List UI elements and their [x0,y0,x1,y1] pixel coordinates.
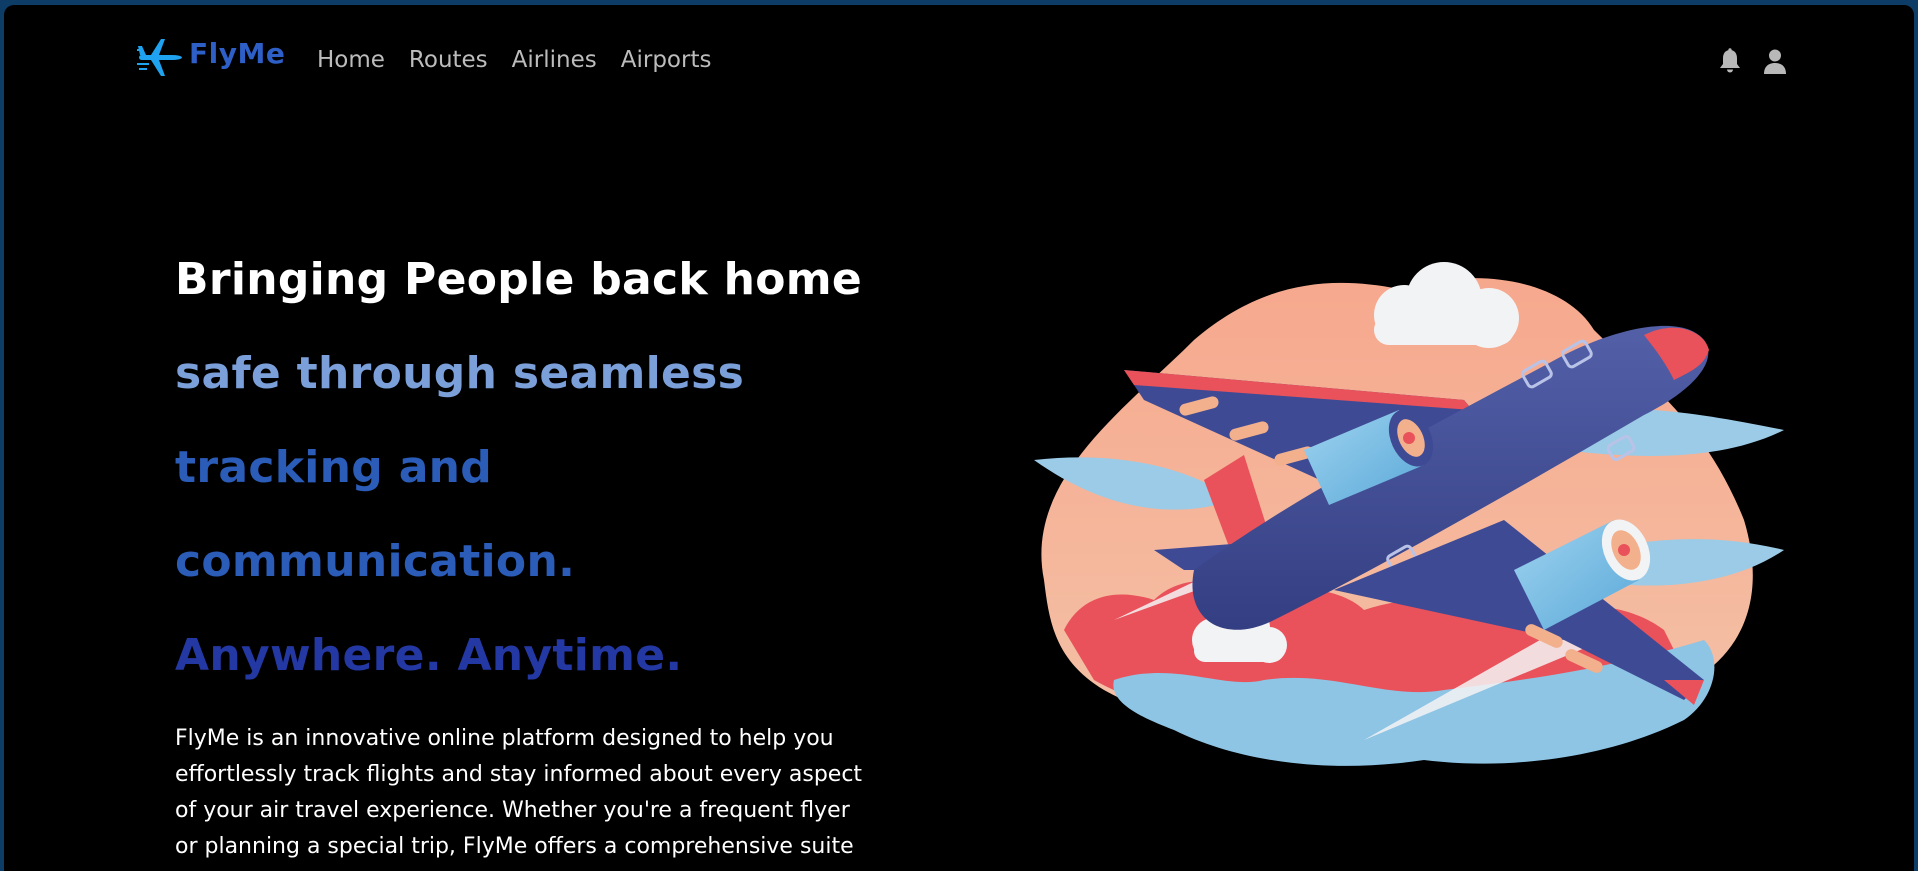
hero-text: Bringing People back home safe through s… [175,233,875,871]
airplane-icon [137,39,182,76]
nav-link-airports[interactable]: Airports [621,47,712,73]
headline-line-3: tracking and communication. [175,442,576,587]
headline-line-2: safe through seamless [175,348,745,399]
headline-line-1: Bringing People back home [175,254,863,305]
headline-line-4: Anywhere. Anytime. [175,630,683,681]
hero-description: FlyMe is an innovative online platform d… [175,726,863,871]
brand-logo[interactable]: FlyMe [137,33,285,81]
airplane-illustration [1034,262,1784,766]
bell-icon[interactable] [1716,47,1744,75]
nav-link-home[interactable]: Home [317,47,385,73]
app-window: FlyMe Home Routes Airlines Airports Brin… [4,5,1914,871]
navbar: FlyMe Home Routes Airlines Airports [4,5,1914,105]
brand-name: FlyMe [189,36,286,70]
nav-icons [1716,47,1789,75]
nav-links: Home Routes Airlines Airports [317,47,711,73]
nav-link-routes[interactable]: Routes [409,47,488,73]
user-icon[interactable] [1761,47,1789,75]
nav-link-airlines[interactable]: Airlines [512,47,597,73]
